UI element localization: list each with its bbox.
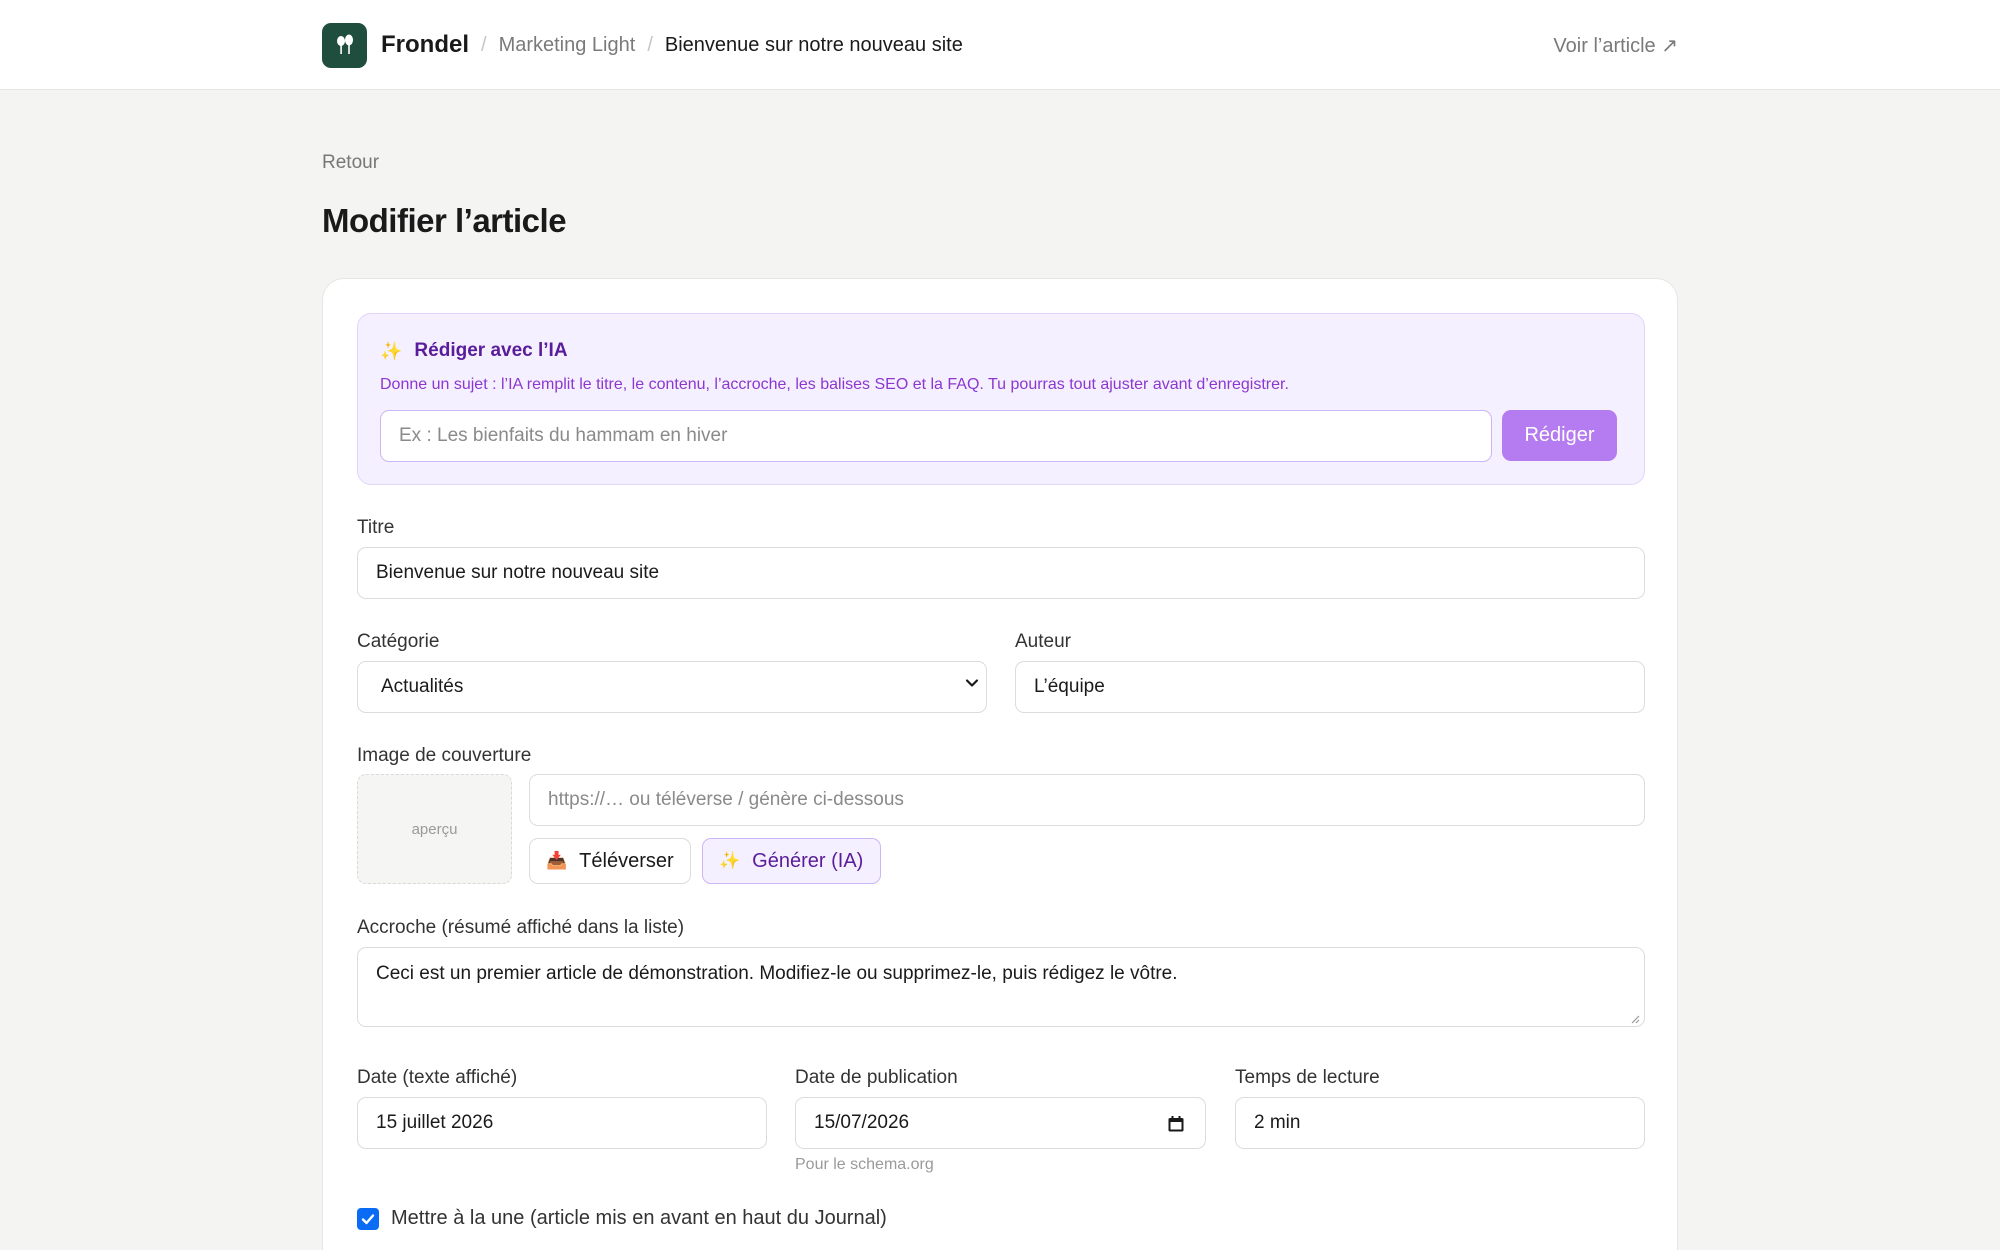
category-select[interactable]: Actualités (357, 661, 987, 713)
top-bar: Frondel / Marketing Light / Bienvenue su… (0, 0, 2000, 90)
author-input[interactable] (1015, 661, 1645, 713)
featured-checkbox[interactable] (357, 1207, 379, 1230)
category-label: Catégorie (357, 631, 440, 652)
featured-option: Mettre à la une (article mis en avant en… (357, 1207, 887, 1230)
sparkles-icon: ✨ (719, 851, 741, 870)
brand-logo-icon[interactable] (322, 22, 367, 68)
publication-date-input[interactable] (795, 1097, 1206, 1149)
featured-checkbox-label: Mettre à la une (article mis en avant en… (391, 1207, 887, 1229)
calendar-icon[interactable] (1167, 1115, 1185, 1133)
excerpt-label: Accroche (résumé affiché dans la liste) (357, 917, 685, 938)
cover-image-preview: aperçu (357, 774, 512, 884)
breadcrumb-current-article: Bienvenue sur notre nouveau site (664, 33, 963, 56)
top-bar-inner: Frondel / Marketing Light / Bienvenue su… (322, 0, 1678, 90)
publication-date-label: Date de publication (795, 1067, 958, 1088)
ai-topic-input[interactable] (380, 410, 1492, 462)
generate-button-label: Générer (IA) (752, 849, 864, 872)
view-article-link[interactable]: Voir l’article ↗ (1553, 33, 1678, 58)
ai-writer-description: Donne un sujet : l’IA remplit le titre, … (380, 376, 1289, 393)
ai-writer-panel: ✨ Rédiger avec l’IA Donne un sujet : l’I… (357, 313, 1645, 485)
ai-writer-title: Rédiger avec l’IA (414, 340, 568, 361)
excerpt-textarea[interactable]: Ceci est un premier article de démonstra… (357, 947, 1645, 1027)
author-label: Auteur (1015, 631, 1071, 652)
upload-button-label: Téléverser (579, 849, 674, 872)
publication-date-hint: Pour le schema.org (795, 1156, 934, 1173)
date-text-input[interactable] (357, 1097, 767, 1149)
breadcrumb-separator: / (481, 33, 487, 56)
breadcrumb-separator: / (647, 33, 653, 56)
title-input[interactable] (357, 547, 1645, 599)
generate-image-button[interactable]: ✨ Générer (IA) (702, 838, 881, 884)
upload-button[interactable]: 📥 Téléverser (529, 838, 691, 884)
page-title: Modifier l’article (322, 202, 567, 239)
inbox-tray-icon: 📥 (546, 851, 568, 870)
category-selected-value: Actualités (381, 676, 464, 697)
sparkles-icon: ✨ (380, 340, 403, 361)
brand-name[interactable]: Frondel (381, 31, 469, 59)
back-link[interactable]: Retour (322, 152, 379, 174)
cover-preview-text: aperçu (411, 820, 458, 838)
reading-time-input[interactable] (1235, 1097, 1645, 1149)
reading-time-label: Temps de lecture (1235, 1067, 1380, 1088)
title-label: Titre (357, 517, 395, 538)
ai-write-button[interactable]: Rédiger (1502, 410, 1617, 461)
cover-url-input[interactable] (529, 774, 1645, 826)
resize-handle-icon[interactable] (1628, 1011, 1640, 1024)
edit-article-card: ✨ Rédiger avec l’IA Donne un sujet : l’I… (322, 278, 1678, 1250)
ai-writer-header: ✨ Rédiger avec l’IA (380, 340, 568, 362)
breadcrumb-site[interactable]: Marketing Light (499, 34, 636, 57)
date-text-label: Date (texte affiché) (357, 1067, 518, 1088)
cover-image-label: Image de couverture (357, 745, 532, 766)
